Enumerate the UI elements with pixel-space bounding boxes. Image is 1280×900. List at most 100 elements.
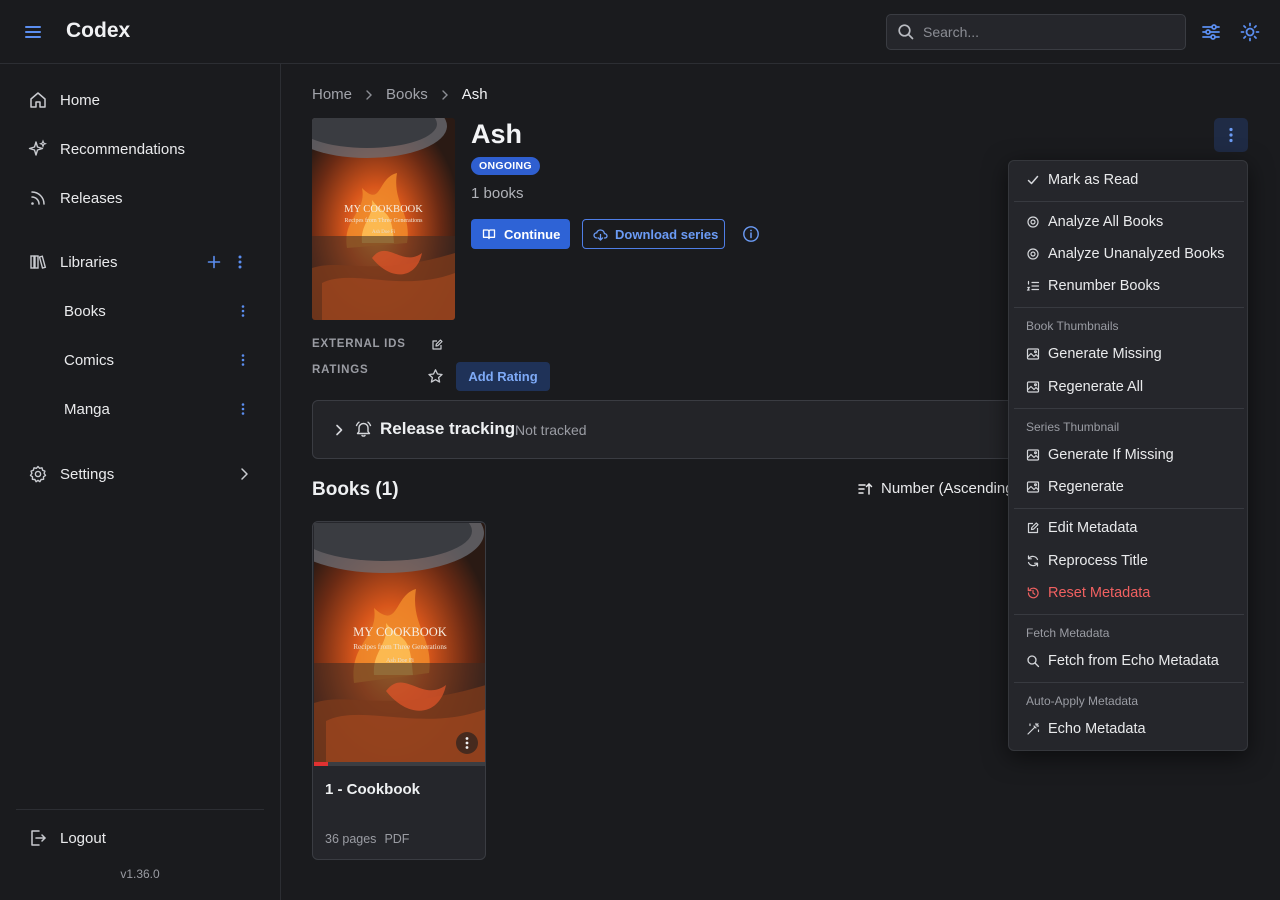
cover-subtitle-text: Recipes from Three Generations (344, 217, 423, 224)
menu-section-header: Series Thumbnail (1026, 420, 1120, 434)
sidebar-item-library-books[interactable]: Books (16, 291, 266, 331)
menu-item-mark-as-read[interactable]: Mark as Read (1014, 165, 1244, 195)
menu-item-regenerate[interactable]: Regenerate (1014, 472, 1244, 502)
menu-item-analyze-all[interactable]: Analyze All Books (1014, 207, 1244, 237)
sidebar-item-library-manga[interactable]: Manga (16, 389, 266, 429)
menu-item-fetch-echo-metadata[interactable]: Fetch from Echo Metadata (1014, 646, 1244, 676)
sidebar-item-settings[interactable]: Settings (16, 454, 266, 494)
theme-toggle-sun-icon[interactable] (1238, 20, 1262, 44)
search-box[interactable] (886, 14, 1186, 50)
reading-progress-bar (314, 762, 485, 766)
search-input[interactable] (923, 24, 1163, 40)
menu-item-renumber[interactable]: Renumber Books (1014, 271, 1244, 301)
book-menu-icon[interactable] (456, 732, 478, 754)
add-library-icon[interactable] (204, 252, 224, 272)
bell-icon (354, 420, 373, 439)
menu-section-header: Fetch Metadata (1026, 626, 1110, 640)
menu-divider (1014, 408, 1244, 409)
info-icon[interactable] (742, 225, 760, 243)
breadcrumb-home-link[interactable]: Home (312, 86, 352, 103)
menu-divider (1014, 682, 1244, 683)
menu-item-generate-if-missing[interactable]: Generate If Missing (1014, 440, 1244, 470)
series-title: Ash (471, 119, 523, 149)
sort-label: Number (Ascending) (881, 480, 1019, 497)
sidebar-item-library-comics[interactable]: Comics (16, 340, 266, 380)
book-meta: 36 pages PDF (325, 832, 409, 846)
sidebar-item-label: Settings (60, 465, 115, 483)
sidebar: Home Recommendations Releases Libraries … (0, 64, 281, 900)
top-bar: Codex (0, 0, 1280, 64)
cover-title-text: MY COOKBOOK (344, 204, 423, 215)
library-menu-icon[interactable] (233, 350, 253, 370)
sidebar-item-releases[interactable]: Releases (16, 178, 266, 218)
sidebar-item-label: Manga (64, 400, 110, 418)
book-pages: 36 pages (325, 832, 377, 846)
menu-item-label: Generate If Missing (1048, 447, 1174, 463)
edit-icon[interactable] (430, 338, 444, 352)
image-icon (1026, 449, 1040, 461)
filter-settings-icon[interactable] (1199, 20, 1223, 44)
menu-item-edit-metadata[interactable]: Edit Metadata (1014, 513, 1244, 543)
book-card[interactable]: MY COOKBOOK Recipes from Three Generatio… (312, 521, 486, 860)
sidebar-item-libraries[interactable]: Libraries (16, 242, 266, 282)
menu-item-reset-metadata[interactable]: Reset Metadata (1014, 578, 1244, 608)
sidebar-item-label: Recommendations (60, 140, 186, 158)
download-series-button[interactable]: Download series (582, 219, 725, 249)
sidebar-item-label: Releases (60, 189, 123, 207)
logout-button[interactable]: Logout (16, 818, 266, 858)
library-menu-icon[interactable] (233, 399, 253, 419)
menu-item-echo-metadata[interactable]: Echo Metadata (1014, 714, 1244, 744)
menu-item-label: Analyze All Books (1048, 214, 1164, 230)
history-icon (1027, 587, 1039, 599)
sidebar-item-label: Comics (64, 351, 115, 369)
menu-item-reprocess-title[interactable]: Reprocess Title (1014, 546, 1244, 576)
menu-item-label: Reprocess Title (1048, 553, 1148, 569)
chevron-right-icon (438, 88, 452, 102)
magic-wand-icon (1027, 722, 1040, 735)
search-icon (1027, 655, 1040, 668)
menu-item-analyze-unanalyzed[interactable]: Analyze Unanalyzed Books (1014, 239, 1244, 269)
logout-icon (28, 828, 48, 848)
libraries-menu-icon[interactable] (230, 252, 250, 272)
menu-item-generate-missing[interactable]: Generate Missing (1014, 339, 1244, 369)
menu-item-label: Fetch from Echo Metadata (1048, 653, 1219, 669)
gear-icon (28, 464, 48, 484)
menu-toggle-icon[interactable] (22, 21, 44, 43)
sidebar-item-home[interactable]: Home (16, 80, 266, 120)
menu-item-label: Generate Missing (1048, 346, 1162, 362)
refresh-icon (1027, 555, 1039, 567)
cloud-download-icon (593, 228, 608, 241)
breadcrumb-books-link[interactable]: Books (386, 86, 428, 103)
search-icon (897, 23, 915, 41)
sidebar-item-recommendations[interactable]: Recommendations (16, 129, 266, 169)
menu-item-label: Edit Metadata (1048, 520, 1138, 536)
book-format: PDF (384, 832, 410, 846)
menu-item-label: Mark as Read (1048, 172, 1139, 188)
status-badge: ONGOING (471, 157, 540, 175)
cover-author-text: Ash Doe Fi (386, 658, 414, 664)
analyze-icon (1027, 216, 1039, 228)
release-tracking-status: Not tracked (515, 422, 587, 438)
continue-button[interactable]: Continue (471, 219, 570, 249)
library-menu-icon[interactable] (233, 301, 253, 321)
menu-item-label: Reset Metadata (1048, 585, 1151, 601)
series-cover-image: MY COOKBOOK Recipes from Three Generatio… (312, 118, 455, 320)
menu-divider (1014, 307, 1244, 308)
series-actions-menu: Mark as Read Analyze All Books Analyze U… (1008, 160, 1248, 751)
external-ids-label: EXTERNAL IDS (312, 338, 406, 350)
star-icon[interactable] (427, 368, 444, 385)
menu-item-regenerate-all[interactable]: Regenerate All (1014, 372, 1244, 402)
library-icon (28, 252, 48, 272)
breadcrumb-current: Ash (461, 86, 488, 103)
menu-section-header: Book Thumbnails (1026, 319, 1119, 333)
menu-item-label: Regenerate All (1048, 379, 1144, 395)
series-actions-button[interactable] (1214, 118, 1248, 152)
sort-button[interactable]: Number (Ascending) (857, 480, 1019, 497)
numbered-list-icon (1026, 280, 1040, 291)
menu-divider (1014, 508, 1244, 509)
menu-divider (1014, 201, 1244, 202)
menu-section-header: Auto-Apply Metadata (1026, 694, 1139, 708)
sidebar-item-label: Libraries (60, 253, 118, 271)
sparkles-icon (28, 139, 48, 159)
add-rating-button[interactable]: Add Rating (456, 362, 550, 391)
